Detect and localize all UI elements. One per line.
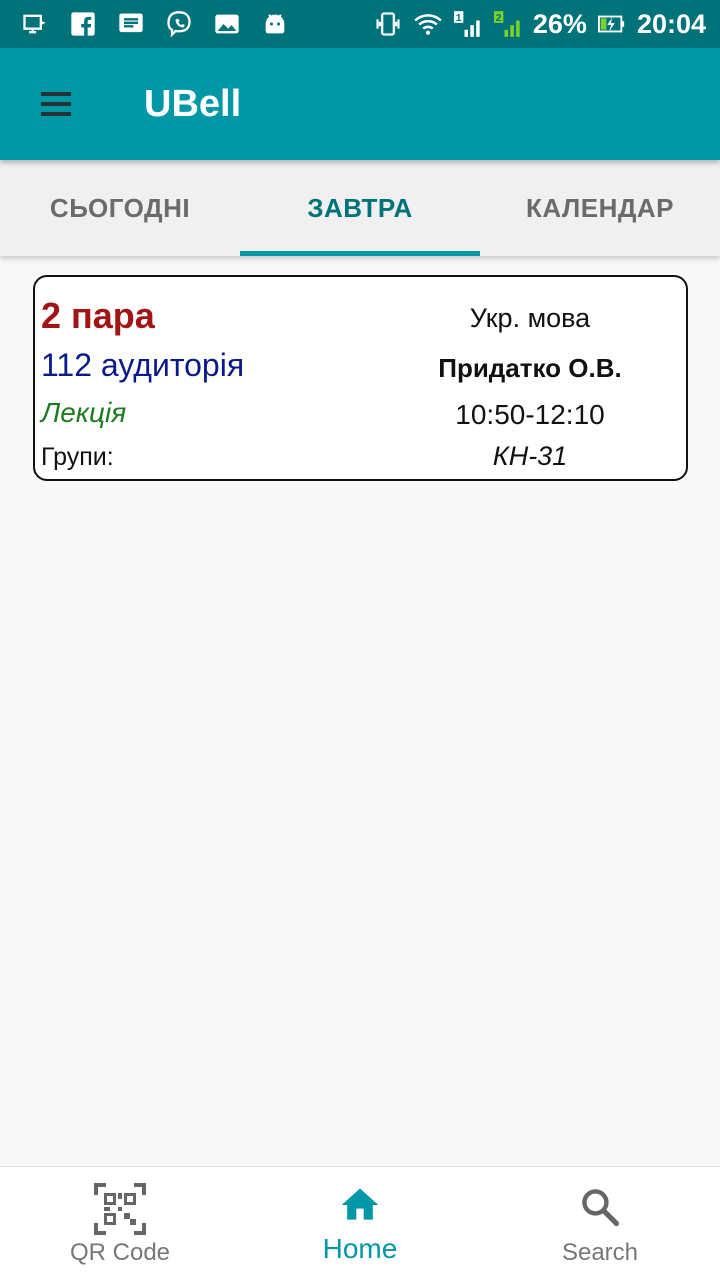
- bottom-navigation: QR Code Home Search: [0, 1166, 720, 1280]
- battery-charging-icon: [597, 9, 627, 39]
- message-icon: [116, 9, 146, 39]
- nav-home[interactable]: Home: [240, 1167, 480, 1280]
- battery-percent: 26%: [532, 8, 587, 39]
- menu-button[interactable]: [20, 68, 92, 140]
- app-bar: UBell: [0, 48, 720, 160]
- lesson-groups: КН-31: [492, 441, 568, 471]
- signal-sim2-icon: 2: [493, 9, 523, 39]
- home-icon: [338, 1183, 382, 1227]
- gallery-icon: [212, 9, 242, 39]
- wifi-icon: [413, 9, 443, 39]
- nav-qr-code-label: QR Code: [69, 1239, 171, 1266]
- search-icon: [578, 1185, 622, 1229]
- sim2-label: 2: [496, 12, 502, 24]
- lesson-card[interactable]: 2 пара 112 аудиторія Лекція Групи: Укр. …: [33, 275, 688, 481]
- nav-home-label: Home: [322, 1233, 398, 1264]
- android-icon: [260, 9, 290, 39]
- signal-sim1-icon: 1: [453, 9, 483, 39]
- lesson-time: 10:50-12:10: [455, 399, 605, 430]
- tab-calendar[interactable]: КАЛЕНДАР: [480, 160, 720, 256]
- app-title: UBell: [144, 82, 242, 125]
- tab-today[interactable]: СЬОГОДНІ: [0, 160, 240, 256]
- tab-tomorrow[interactable]: ЗАВТРА: [240, 160, 480, 256]
- lesson-subject: Укр. мова: [469, 303, 591, 333]
- groups-label: Групи:: [41, 443, 114, 471]
- nav-qr-code[interactable]: QR Code: [0, 1167, 240, 1280]
- lesson-teacher: Придатко О.В.: [438, 353, 622, 383]
- screen-share-icon: [20, 9, 50, 39]
- status-bar: 1 2 26% 20:04: [0, 0, 720, 48]
- tab-bar: СЬОГОДНІ ЗАВТРА КАЛЕНДАР: [0, 160, 720, 256]
- nav-search[interactable]: Search: [480, 1167, 720, 1280]
- lesson-type: Лекція: [41, 397, 127, 428]
- facebook-icon: [68, 9, 98, 39]
- qr-code-icon: [94, 1183, 146, 1235]
- menu-icon: [41, 92, 71, 116]
- lesson-number: 2 пара: [41, 295, 155, 336]
- vibrate-icon: [373, 9, 403, 39]
- clock: 20:04: [636, 8, 706, 39]
- nav-search-label: Search: [561, 1239, 639, 1266]
- lesson-room: 112 аудиторія: [41, 347, 245, 383]
- sim1-label: 1: [456, 12, 462, 24]
- viber-icon: [164, 9, 194, 39]
